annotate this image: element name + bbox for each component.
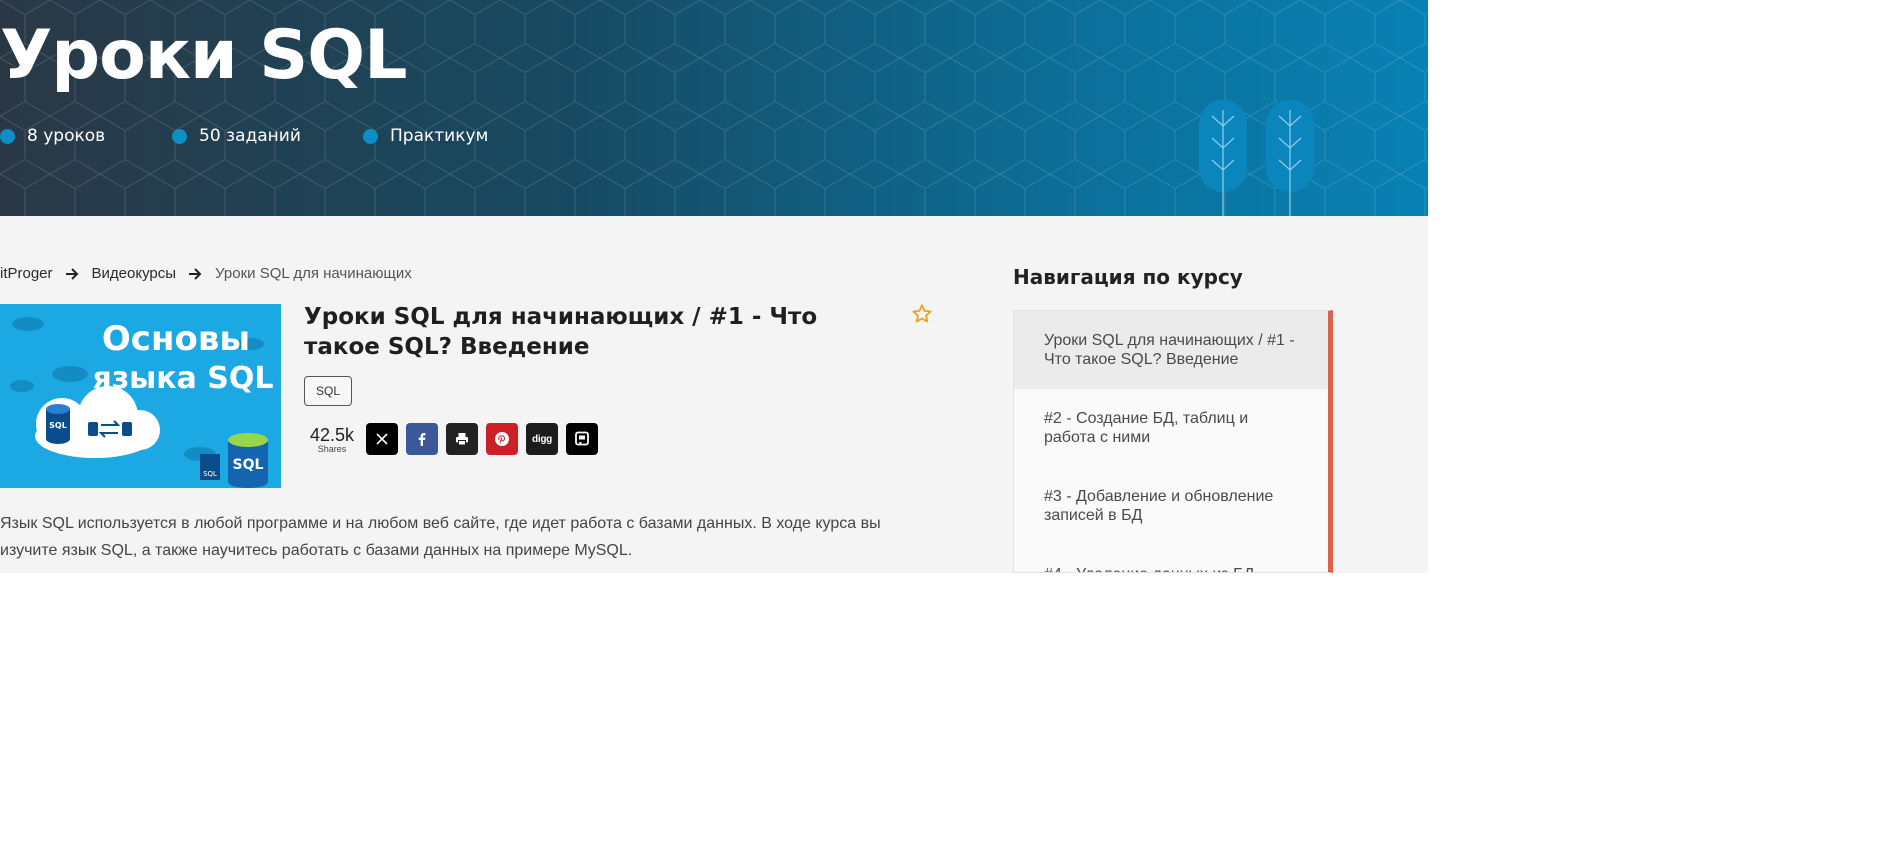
course-nav-item-lesson-1[interactable]: Уроки SQL для начинающих / #1 - Что тако…: [1014, 311, 1328, 389]
small-db-label: SQL: [49, 421, 67, 430]
thumbnail-heading-line-1: Основы: [102, 319, 250, 359]
course-nav-item-lesson-3[interactable]: #3 - Добавление и обновление записей в Б…: [1014, 467, 1328, 545]
stat-lessons: 8 уроков: [0, 126, 105, 146]
share-facebook-button[interactable]: [406, 423, 438, 455]
favorite-star-icon[interactable]: [911, 303, 933, 325]
stat-tasks: 50 заданий: [172, 126, 301, 146]
bullet-dot-icon: [363, 128, 378, 144]
course-nav-item-lesson-2[interactable]: #2 - Создание БД, таблиц и работа с ними: [1014, 389, 1328, 467]
database-icon: SQL: [46, 404, 70, 444]
copy-icon: [575, 431, 589, 446]
print-button[interactable]: [446, 423, 478, 455]
bullet-dot-icon: [172, 128, 187, 144]
course-nav-item-lesson-4[interactable]: #4 - Удаление данных из БД: [1014, 545, 1328, 572]
course-description: Язык SQL используется в любой программе …: [0, 515, 881, 559]
breadcrumb-link-videocourses[interactable]: Видеокурсы: [92, 265, 177, 282]
database-icon: SQL: [228, 433, 268, 488]
sql-file-icon: SQL: [200, 454, 220, 480]
stat-tasks-label: 50 заданий: [199, 126, 301, 146]
share-digg-button[interactable]: digg: [526, 423, 558, 455]
file-label: SQL: [203, 470, 217, 478]
breadcrumb-current: Уроки SQL для начинающих: [215, 265, 412, 282]
tree-illustration: [1199, 100, 1314, 216]
course-tag[interactable]: SQL: [304, 376, 353, 406]
stat-lessons-label: 8 уроков: [27, 126, 106, 146]
stat-practice-label: Практикум: [390, 126, 489, 146]
course-nav-title: Навигация по курсу: [1013, 265, 1243, 289]
arrow-right-icon: [65, 267, 78, 280]
arrow-right-icon: [189, 267, 202, 280]
big-db-label: SQL: [233, 457, 264, 473]
course-title: Уроки SQL для начинающих / #1 - Что тако…: [304, 304, 818, 360]
pinterest-icon: [495, 432, 509, 446]
breadcrumb: itProger Видеокурсы Уроки SQL для начина…: [0, 265, 412, 282]
stat-practice: Практикум: [363, 126, 488, 146]
print-icon: [456, 433, 468, 446]
share-count-label: Shares: [317, 444, 347, 454]
share-count: 42.5k Shares: [305, 426, 359, 454]
bullet-dot-icon: [0, 128, 15, 144]
course-thumbnail[interactable]: Основы языка SQL SQL SQL SQL: [0, 304, 281, 488]
digg-logo-icon: digg: [532, 433, 552, 445]
share-count-value: 42.5k: [309, 425, 355, 445]
course-hero-title: Уроки SQL: [0, 16, 407, 95]
course-hero: Уроки SQL 8 уроков 50 заданий Практикум: [0, 0, 1428, 216]
share-x-button[interactable]: [366, 423, 398, 455]
page-viewport: Уроки SQL 8 уроков 50 заданий Практикум: [0, 0, 1428, 573]
course-nav-list: Уроки SQL для начинающих / #1 - Что тако…: [1013, 310, 1333, 573]
share-pinterest-button[interactable]: [486, 423, 518, 455]
copy-button[interactable]: [566, 423, 598, 455]
breadcrumb-link-home[interactable]: itProger: [0, 265, 53, 282]
share-buttons: digg: [366, 423, 598, 455]
x-logo-icon: [376, 433, 388, 445]
facebook-icon: [418, 433, 426, 446]
